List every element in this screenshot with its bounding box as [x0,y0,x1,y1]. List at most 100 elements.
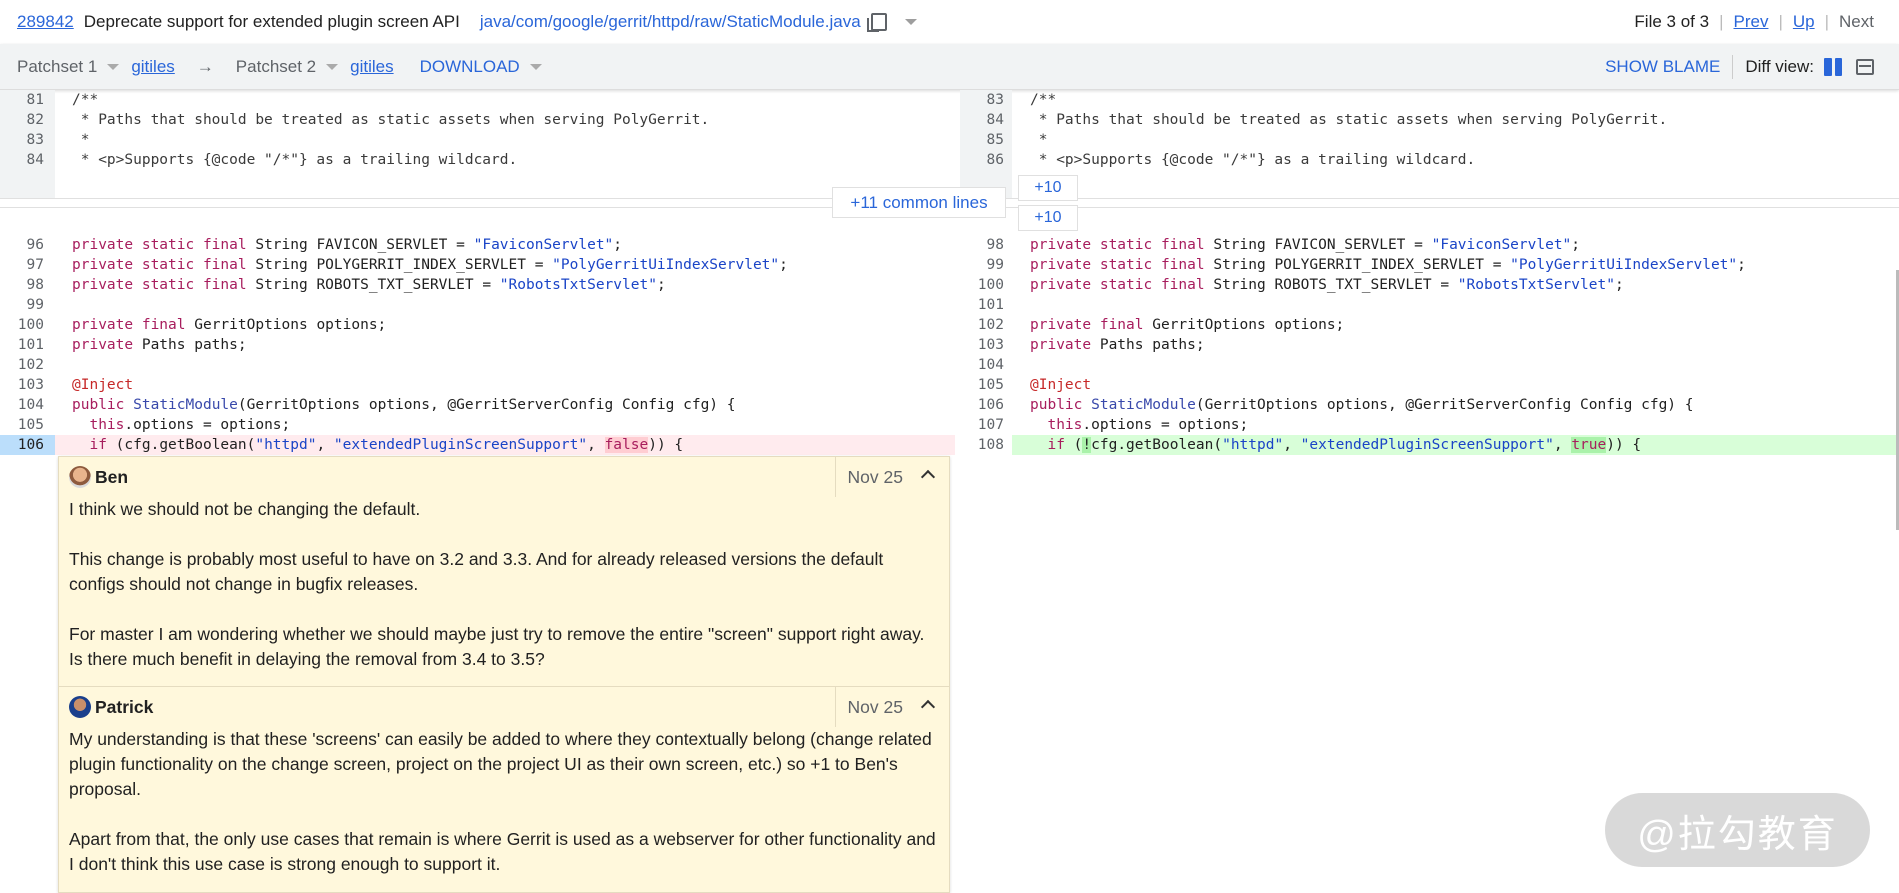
line-number[interactable]: 102 [0,355,44,375]
right-patchset-select[interactable]: Patchset 2 [236,57,316,77]
const-name: POLYGERRIT_INDEX_SERVLET [1274,257,1484,273]
annotation: @Inject [1030,377,1092,393]
line-number[interactable]: 102 [960,315,1004,335]
assignment: .options = options; [1082,417,1249,433]
line-number[interactable]: 106 [960,395,1004,415]
line-number[interactable]: 107 [960,415,1004,435]
line-number[interactable]: 106 [0,435,44,455]
code-text: /** [1030,92,1057,108]
line-number[interactable]: 103 [960,335,1004,355]
change-subject: Deprecate support for extended plugin sc… [83,12,460,31]
left-gitiles-link[interactable]: gitiles [131,57,174,77]
line-number[interactable]: 105 [960,375,1004,395]
file-position: File 3 of 3 [1634,12,1710,31]
line-number[interactable]: 100 [0,315,44,335]
change-header: 289842 Deprecate support for extended pl… [0,0,1899,44]
comment-paragraph: I think we should not be changing the de… [69,499,421,519]
avatar [69,696,91,718]
line-number[interactable]: 104 [960,355,1004,375]
left-patchset-chevron-icon[interactable] [107,63,120,70]
line-number[interactable]: 103 [0,375,44,395]
string-literal: "RobotsTxtServlet" [1457,277,1615,293]
line-number[interactable]: 97 [0,255,44,275]
string-literal: "FaviconServlet" [473,237,614,253]
code-text: private static final String FAVICON_SERV… [72,237,623,253]
diff-view-controls: SHOW BLAME Diff view: [1605,44,1874,90]
line-number[interactable]: 86 [960,150,1004,170]
string-literal: "extendedPluginScreenSupport" [1300,437,1554,453]
expand-common-lines-button[interactable]: +11 common lines [832,187,1006,218]
line-number[interactable]: 98 [0,275,44,295]
up-link[interactable]: Up [1793,12,1815,32]
code-text: private final GerritOptions options; [72,317,387,333]
field-decl: GerritOptions options; [1152,317,1345,333]
removed-word: false [604,437,649,453]
string-literal: "FaviconServlet" [1431,237,1572,253]
code-text: * [1030,132,1048,148]
line-number[interactable]: 99 [960,255,1004,275]
line-number[interactable]: 100 [960,275,1004,295]
string-literal: "extendedPluginScreenSupport" [333,437,588,453]
field-decl: GerritOptions options; [194,317,387,333]
download-button[interactable]: DOWNLOAD [420,57,520,77]
line-number[interactable]: 98 [960,235,1004,255]
line-number[interactable]: 81 [0,90,44,110]
comment-author: Ben [95,466,129,487]
toolbar-divider [1732,55,1734,79]
comment-paragraph: My understanding is that these 'screens'… [69,729,932,799]
left-patchset-select[interactable]: Patchset 1 [17,57,97,77]
code-text: private static final String FAVICON_SERV… [1030,237,1581,253]
prev-file-link[interactable]: Prev [1733,12,1768,32]
line-number[interactable]: 104 [0,395,44,415]
code-text: private final GerritOptions options; [1030,317,1345,333]
line-number[interactable]: 99 [0,295,44,315]
nav-divider: | [1824,12,1830,31]
comment-body: I think we should not be changing the de… [59,497,949,672]
collapse-chevron-icon[interactable] [920,469,936,485]
change-number-link[interactable]: 289842 [17,12,74,32]
unified-view-icon[interactable] [1856,59,1874,75]
annotation: @Inject [72,377,134,393]
line-number[interactable]: 101 [960,295,1004,315]
file-navigation: File 3 of 3 | Prev | Up | Next [1634,0,1874,44]
line-number[interactable]: 101 [0,335,44,355]
comment-header[interactable]: Patrick Nov 25 [59,687,949,727]
constructor-name: StaticModule [1091,397,1196,413]
copy-icon[interactable] [866,13,887,32]
line-number[interactable]: 83 [960,90,1004,110]
line-number[interactable]: 84 [960,110,1004,130]
file-path-link[interactable]: java/com/google/gerrit/httpd/raw/StaticM… [480,12,861,32]
file-dropdown-chevron-icon[interactable] [904,19,917,25]
line-number[interactable]: 108 [960,435,1004,455]
diff-view-label: Diff view: [1745,57,1814,76]
code-text: if (!cfg.getBoolean("httpd", "extendedPl… [1047,437,1642,453]
const-name: ROBOTS_TXT_SERVLET [1274,277,1432,293]
collapse-chevron-icon[interactable] [920,699,936,715]
line-number[interactable]: 105 [0,415,44,435]
side-by-side-view-icon[interactable] [1824,58,1842,76]
expand-above-button[interactable]: +10 [1018,175,1078,201]
download-chevron-icon[interactable] [529,63,542,70]
line-number[interactable]: 82 [0,110,44,130]
comment-paragraph: This change is probably most useful to h… [69,549,884,594]
string-literal: "httpd" [1222,437,1284,453]
code-text: private Paths paths; [72,337,247,353]
code-text: private static final String ROBOTS_TXT_S… [72,277,666,293]
code-text: public StaticModule(GerritOptions option… [1030,397,1694,413]
added-word: true [1571,437,1607,453]
code-text: /** [72,92,99,108]
expand-below-button[interactable]: +10 [1018,205,1078,231]
avatar [69,466,91,488]
comment-author: Patrick [95,696,154,717]
line-number[interactable]: 84 [0,150,44,170]
comment-header[interactable]: Ben Nov 25 [59,457,949,497]
line-number[interactable]: 83 [0,130,44,150]
right-patchset-chevron-icon[interactable] [326,63,339,70]
next-file-link[interactable]: Next [1839,12,1874,32]
code-text: if (cfg.getBoolean("httpd", "extendedPlu… [89,437,684,453]
line-number[interactable]: 96 [0,235,44,255]
right-gitiles-link[interactable]: gitiles [350,57,393,77]
line-number[interactable]: 85 [960,130,1004,150]
code-text: this.options = options; [89,417,291,433]
show-blame-button[interactable]: SHOW BLAME [1605,57,1720,77]
